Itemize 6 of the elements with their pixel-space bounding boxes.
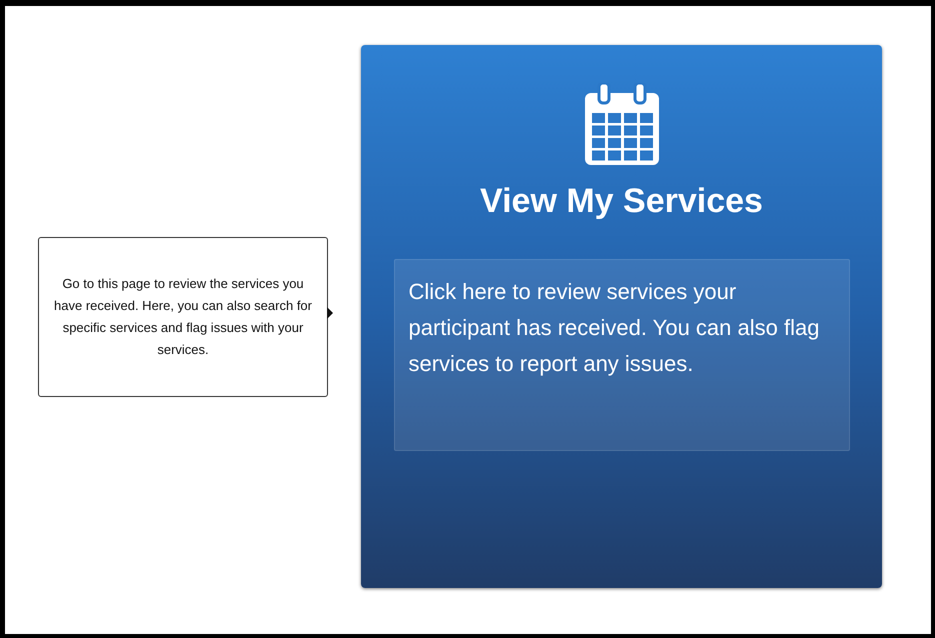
pointer-icon bbox=[327, 307, 333, 319]
callout-text: Go to this page to review the services you have received. Here, you can also search for specific services and flag issues with your services. bbox=[53, 275, 313, 359]
services-card[interactable]: View My Services Click here to review services your participant has received. You can also flag services to report any issues. bbox=[361, 45, 882, 588]
card-title: View My Services bbox=[480, 181, 763, 221]
calendar-icon bbox=[582, 83, 660, 167]
card-description: Click here to review services your participant has received. You can also flag services to report any issues. bbox=[408, 278, 820, 378]
